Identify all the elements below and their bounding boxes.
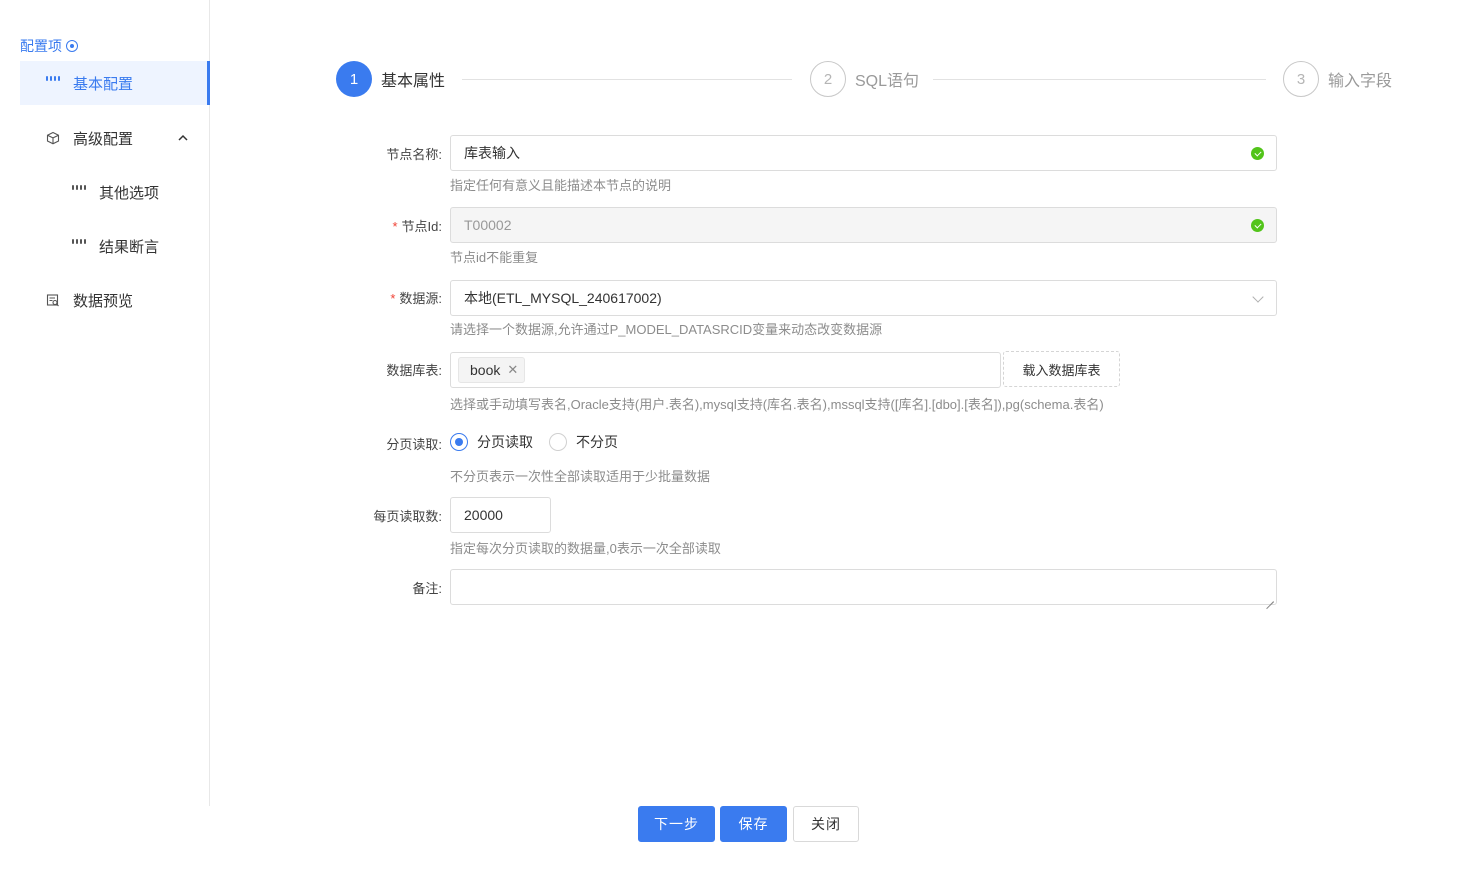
node-name-help: 指定任何有意义且能描述本节点的说明 xyxy=(450,178,672,193)
preview-icon xyxy=(46,293,60,307)
step-title: SQL语句 xyxy=(855,73,920,90)
step-input-fields[interactable]: 3 输入字段 xyxy=(1283,61,1392,97)
step-title: 输入字段 xyxy=(1328,73,1393,90)
datasource-select[interactable]: 本地(ETL_MYSQL_240617002) xyxy=(450,280,1277,316)
resize-handle-icon[interactable] xyxy=(1266,594,1274,602)
datasource-help: 请选择一个数据源,允许通过P_MODEL_DATASRCID变量来动态改变数据源 xyxy=(450,322,883,337)
node-id-input: T00002 xyxy=(450,207,1277,243)
db-table-label: 数据库表: xyxy=(386,363,442,378)
chevron-up-icon[interactable] xyxy=(178,130,188,144)
sidebar-item-other-options[interactable]: 其他选项 xyxy=(20,170,210,214)
save-button[interactable]: 保存 xyxy=(720,806,787,842)
grid-icon xyxy=(46,76,60,90)
remark-textarea[interactable] xyxy=(450,569,1277,605)
step-basic-properties[interactable]: 1 基本属性 xyxy=(336,61,445,97)
page-size-value: 20000 xyxy=(464,507,503,523)
sidebar-item-label: 数据预览 xyxy=(73,292,134,310)
step-sql-statement[interactable]: 2 SQL语句 xyxy=(810,61,919,97)
radio-label: 分页读取 xyxy=(477,434,533,450)
sidebar-item-advanced-config[interactable]: 高级配置 xyxy=(20,116,210,160)
node-name-value: 库表输入 xyxy=(464,145,520,161)
page-size-help: 指定每次分页读取的数据量,0表示一次全部读取 xyxy=(450,541,721,556)
radio-checked[interactable] xyxy=(450,433,468,451)
check-circle-icon xyxy=(1251,147,1264,160)
cube-icon xyxy=(46,131,60,145)
step-number: 2 xyxy=(810,61,846,97)
radio-no-paging[interactable]: 不分页 xyxy=(549,432,618,452)
node-name-label: 节点名称: xyxy=(386,147,442,162)
paging-radio-group: 分页读取 不分页 xyxy=(450,432,634,452)
sidebar-item-label: 结果断言 xyxy=(99,238,160,256)
sidebar-item-data-preview[interactable]: 数据预览 xyxy=(20,278,210,322)
close-icon[interactable]: ✕ xyxy=(507,362,518,378)
radio-paging-read[interactable]: 分页读取 xyxy=(450,432,533,452)
radio-unchecked[interactable] xyxy=(549,433,567,451)
step-number: 1 xyxy=(336,61,372,97)
grid-icon xyxy=(72,185,86,199)
grid-icon xyxy=(72,239,86,253)
sidebar-item-result-assert[interactable]: 结果断言 xyxy=(20,224,210,268)
step-title: 基本属性 xyxy=(381,73,446,90)
node-id-label: * 节点Id: xyxy=(392,219,442,234)
node-id-value: T00002 xyxy=(464,217,512,233)
node-name-input[interactable]: 库表输入 xyxy=(450,135,1277,171)
step-connector xyxy=(933,79,1266,80)
sidebar-item-label: 其他选项 xyxy=(99,184,160,202)
node-id-help: 节点id不能重复 xyxy=(450,250,539,265)
radio-label: 不分页 xyxy=(576,434,618,450)
check-circle-icon xyxy=(1251,219,1264,232)
db-table-select[interactable]: book ✕ xyxy=(450,352,1001,388)
page-size-label: 每页读取数: xyxy=(373,509,442,524)
table-tag-label: book xyxy=(470,362,501,378)
datasource-label: * 数据源: xyxy=(390,291,442,306)
table-tag: book ✕ xyxy=(458,357,526,383)
chevron-down-icon xyxy=(1252,291,1264,303)
page-size-input[interactable]: 20000 xyxy=(450,497,551,533)
load-tables-button[interactable]: 载入数据库表 xyxy=(1003,351,1120,387)
sidebar-item-basic-config[interactable]: 基本配置 xyxy=(20,61,210,105)
sidebar-item-label: 基本配置 xyxy=(73,75,134,93)
paging-help: 不分页表示一次性全部读取适用于少批量数据 xyxy=(450,469,711,484)
next-button[interactable]: 下一步 xyxy=(638,806,715,842)
sidebar-header-label: 配置项 xyxy=(20,38,62,54)
close-button[interactable]: 关闭 xyxy=(793,806,859,842)
sidebar-header: 配置项 xyxy=(20,36,78,56)
remark-label: 备注: xyxy=(412,581,442,596)
steps: 1 基本属性 2 SQL语句 3 输入字段 xyxy=(336,61,1396,97)
sidebar-item-label: 高级配置 xyxy=(73,130,134,148)
step-number: 3 xyxy=(1283,61,1319,97)
datasource-value: 本地(ETL_MYSQL_240617002) xyxy=(464,290,662,306)
step-connector xyxy=(462,79,792,80)
paging-label: 分页读取: xyxy=(386,437,442,452)
db-table-help: 选择或手动填写表名,Oracle支持(用户.表名),mysql支持(库名.表名)… xyxy=(450,397,1104,412)
target-icon[interactable] xyxy=(66,40,78,52)
sidebar: 配置项 基本配置 高级配置 其他选项 结果断言 数据预览 xyxy=(0,0,210,806)
